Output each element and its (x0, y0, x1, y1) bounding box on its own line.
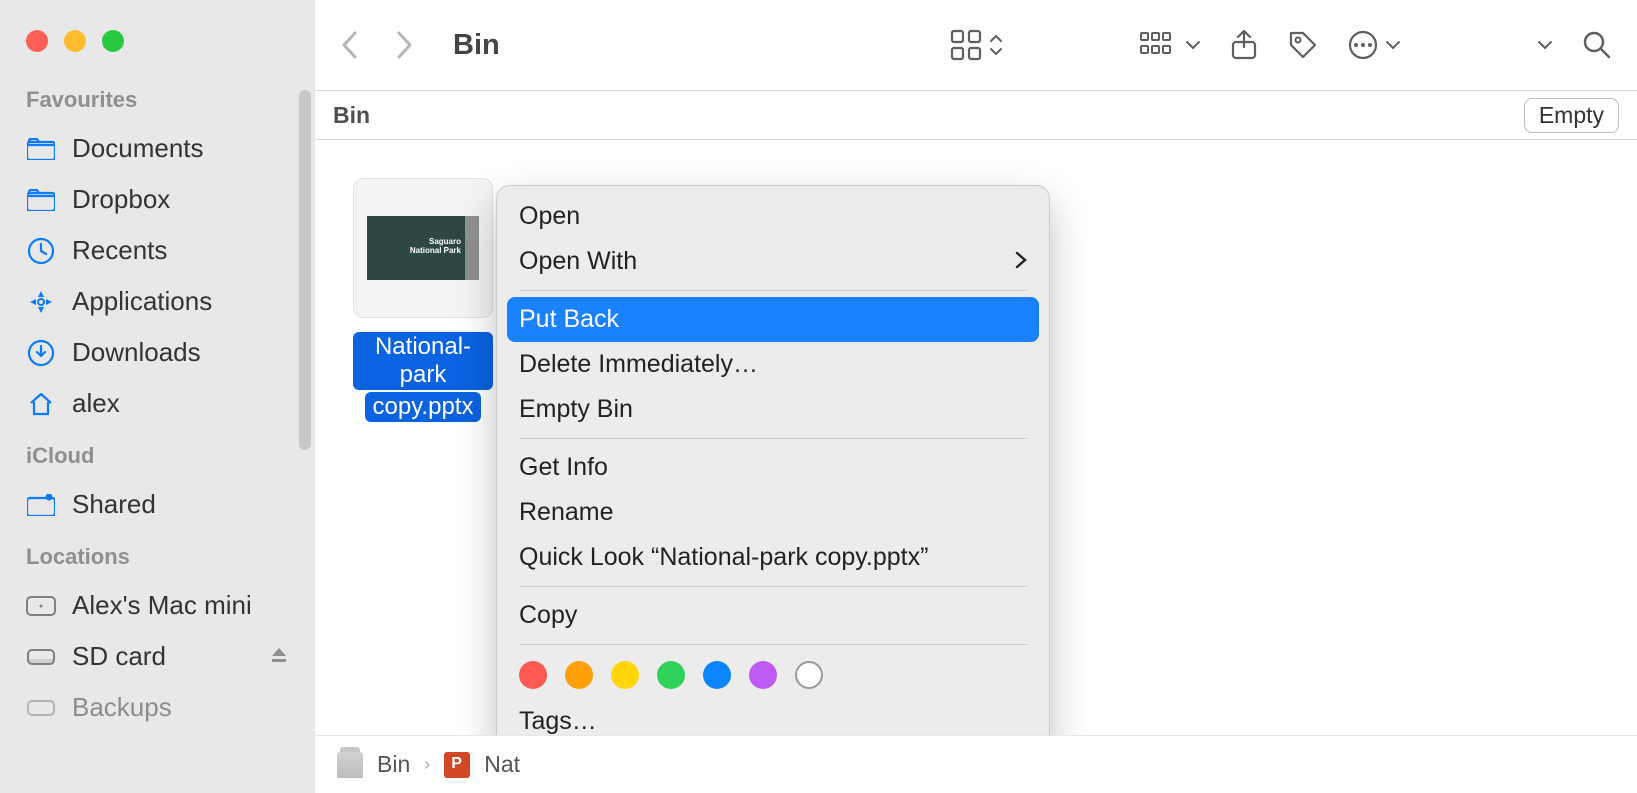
tag-blue[interactable] (703, 661, 731, 689)
folder-icon (26, 185, 56, 215)
sidebar-item-documents[interactable]: Documents (0, 123, 315, 174)
submenu-arrow-icon (1015, 247, 1027, 276)
sidebar-section-favourites-label: Favourites (0, 87, 315, 113)
menu-open-with[interactable]: Open With (497, 239, 1049, 284)
sidebar-item-label: alex (72, 388, 120, 419)
menu-delete-immediately[interactable]: Delete Immediately… (497, 342, 1049, 387)
menu-separator (519, 438, 1027, 439)
sidebar-item-label: Applications (72, 286, 212, 317)
view-grid-button[interactable] (949, 28, 1003, 62)
sidebar-item-label: SD card (72, 641, 166, 672)
context-menu: Open Open With Put Back Delete Immediate… (496, 185, 1050, 753)
tag-red[interactable] (519, 661, 547, 689)
tag-orange[interactable] (565, 661, 593, 689)
back-button[interactable] (339, 30, 361, 60)
path-segment-file[interactable]: Nat (484, 751, 520, 778)
menu-copy[interactable]: Copy (497, 593, 1049, 638)
sidebar-item-label: Downloads (72, 337, 201, 368)
sidebar-section-locations-label: Locations (0, 544, 315, 570)
sidebar-scrollbar[interactable] (299, 90, 311, 450)
menu-empty-bin[interactable]: Empty Bin (497, 387, 1049, 432)
shared-folder-icon (26, 490, 56, 520)
tag-yellow[interactable] (611, 661, 639, 689)
tag-purple[interactable] (749, 661, 777, 689)
chevron-right-icon: › (424, 754, 430, 775)
clock-icon (26, 236, 56, 266)
sidebar-item-label: Documents (72, 133, 204, 164)
sidebar-item-shared[interactable]: Shared (0, 479, 315, 530)
sidebar-section-icloud-label: iCloud (0, 443, 315, 469)
menu-open[interactable]: Open (497, 194, 1049, 239)
close-window-button[interactable] (26, 30, 48, 52)
group-button[interactable] (1139, 31, 1201, 59)
tags-button[interactable] (1287, 29, 1319, 61)
sidebar-item-home[interactable]: alex (0, 378, 315, 429)
folder-icon (26, 134, 56, 164)
sidebar-item-label: Dropbox (72, 184, 170, 215)
computer-icon (26, 591, 56, 621)
search-button[interactable] (1581, 29, 1613, 61)
file-thumbnail: Saguaro National Park (353, 178, 493, 318)
empty-bin-button[interactable]: Empty (1524, 98, 1619, 133)
applications-icon (26, 287, 56, 317)
forward-button[interactable] (393, 30, 415, 60)
path-bar: Bin › Nat (315, 735, 1637, 793)
download-icon (26, 338, 56, 368)
minimize-window-button[interactable] (64, 30, 86, 52)
sidebar-item-label: Recents (72, 235, 167, 266)
menu-separator (519, 586, 1027, 587)
menu-get-info[interactable]: Get Info (497, 445, 1049, 490)
sidebar-item-backups[interactable]: Backups (0, 682, 315, 733)
disk-icon (26, 693, 56, 723)
sidebar-item-mac[interactable]: Alex's Mac mini (0, 580, 315, 631)
menu-separator (519, 290, 1027, 291)
sidebar: Favourites Documents Dropbox Recents App… (0, 0, 315, 793)
location-bar: Bin Empty (315, 90, 1637, 140)
location-title: Bin (333, 102, 370, 129)
sidebar-item-dropbox[interactable]: Dropbox (0, 174, 315, 225)
window-title: Bin (453, 29, 500, 62)
sidebar-item-applications[interactable]: Applications (0, 276, 315, 327)
menu-tag-colors (497, 651, 1049, 699)
sidebar-item-sdcard[interactable]: SD card (0, 631, 315, 682)
sidebar-item-recents[interactable]: Recents (0, 225, 315, 276)
slide-title-line2: National Park (410, 247, 461, 256)
path-segment-bin[interactable]: Bin (377, 751, 410, 778)
toolbar: Bin (315, 0, 1637, 90)
sidebar-item-label: Backups (72, 692, 172, 723)
sidebar-item-label: Shared (72, 489, 156, 520)
menu-put-back[interactable]: Put Back (507, 297, 1039, 342)
menu-rename[interactable]: Rename (497, 490, 1049, 535)
home-icon (26, 389, 56, 419)
action-button[interactable] (1347, 29, 1401, 61)
menu-separator (519, 644, 1027, 645)
toolbar-overflow-button[interactable] (1537, 39, 1553, 51)
share-button[interactable] (1229, 28, 1259, 62)
sidebar-item-downloads[interactable]: Downloads (0, 327, 315, 378)
sidebar-item-label: Alex's Mac mini (72, 590, 252, 621)
trash-icon (337, 752, 363, 778)
tag-none[interactable] (795, 661, 823, 689)
disk-icon (26, 642, 56, 672)
finder-window: Favourites Documents Dropbox Recents App… (0, 0, 1637, 793)
traffic-lights (0, 20, 315, 52)
tag-green[interactable] (657, 661, 685, 689)
file-item[interactable]: Saguaro National Park National-park copy… (353, 178, 493, 422)
fullscreen-window-button[interactable] (102, 30, 124, 52)
powerpoint-icon (444, 752, 470, 778)
menu-quick-look[interactable]: Quick Look “National-park copy.pptx” (497, 535, 1049, 580)
eject-icon[interactable] (269, 641, 289, 672)
file-name: National-park copy.pptx (353, 330, 493, 422)
